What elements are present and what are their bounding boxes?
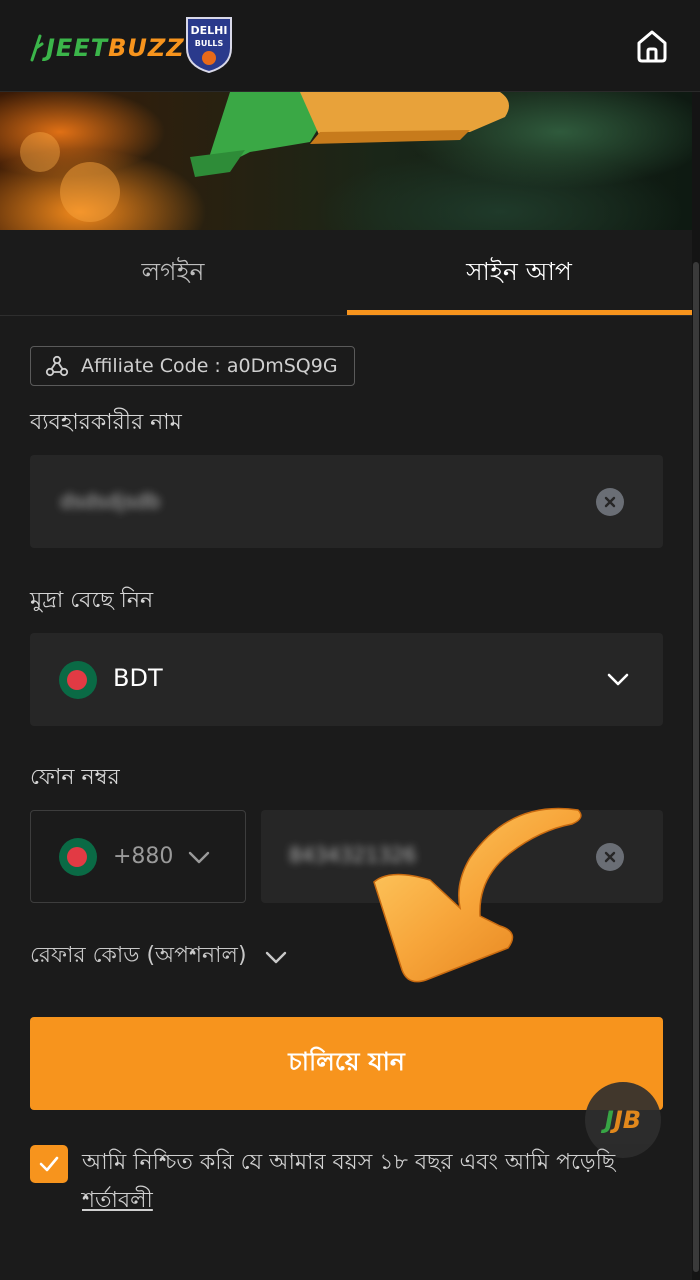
checkmark-icon [39, 1156, 59, 1172]
country-code-value: +880 [113, 844, 174, 869]
scrollbar-thumb[interactable] [693, 262, 699, 1272]
terms-checkbox[interactable] [30, 1145, 68, 1183]
tab-signup[interactable]: সাইন আপ [346, 230, 692, 316]
referral-code-label: রেফার কোড (অপশনাল) [30, 943, 247, 968]
terms-link[interactable]: শর্তাবলী [82, 1188, 153, 1213]
currency-selected-value: BDT [113, 664, 163, 692]
username-clear-button[interactable] [596, 488, 624, 516]
active-tab-indicator [347, 310, 692, 315]
app-header: JEETBUZZ DELHI BULLS [0, 0, 700, 92]
phone-clear-button[interactable] [596, 843, 624, 871]
bangladesh-flag-icon [59, 661, 97, 699]
pointer-arrow-icon [373, 807, 582, 983]
delhi-bulls-badge: DELHI BULLS [183, 14, 235, 74]
chevron-down-icon [188, 851, 210, 864]
affiliate-network-icon [45, 355, 69, 377]
referral-code-toggle[interactable]: রেফার কোড (অপশনাল) [30, 938, 289, 975]
banner-art [20, 92, 509, 222]
username-label: ব্যবহারকারীর নাম [30, 410, 182, 435]
home-button[interactable] [632, 26, 672, 66]
currency-label: মুদ্রা বেছে নিন [30, 588, 154, 613]
username-value: dsdsdjsdb [60, 489, 161, 513]
continue-button[interactable]: চালিয়ে যান [30, 1017, 663, 1110]
home-icon [637, 30, 667, 63]
logo-wordmark: JEETBUZZ [46, 34, 185, 62]
username-field[interactable]: dsdsdjsdb [30, 455, 663, 548]
phone-label: ফোন নম্বর [30, 765, 120, 790]
affiliate-code-chip: Affiliate Code : a0DmSQ9G [30, 346, 355, 386]
chevron-down-icon [265, 951, 286, 963]
affiliate-code-text: Affiliate Code : a0DmSQ9G [81, 355, 338, 377]
promo-banner[interactable] [0, 92, 692, 230]
logo-figure-icon [30, 34, 44, 62]
bangladesh-flag-icon [59, 838, 97, 876]
currency-select[interactable]: BDT [30, 633, 663, 726]
terms-statement: আমি নিশ্চিত করি যে আমার বয়স ১৮ বছর এবং … [82, 1150, 616, 1175]
svg-text:DELHI: DELHI [191, 24, 228, 37]
terms-text: আমি নিশ্চিত করি যে আমার বয়স ১৮ বছর এবং … [82, 1144, 642, 1220]
country-code-select[interactable]: +880 [30, 810, 246, 903]
close-icon [604, 851, 616, 863]
chevron-down-icon [607, 673, 629, 686]
chat-fab-logo: JJB [604, 1106, 642, 1134]
close-icon [604, 496, 616, 508]
jeetbuzz-logo[interactable]: JEETBUZZ [30, 28, 185, 68]
svg-text:BULLS: BULLS [195, 39, 224, 48]
tab-login[interactable]: লগইন [0, 230, 346, 316]
auth-tabs: লগইন সাইন আপ [0, 230, 692, 316]
